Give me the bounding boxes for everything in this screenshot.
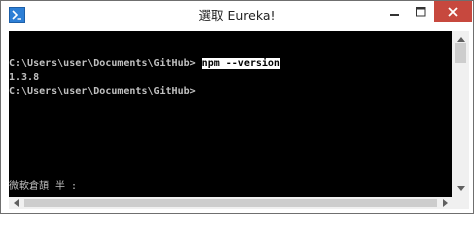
console-line: 1.3.8: [9, 71, 39, 84]
scroll-left-button[interactable]: [9, 197, 23, 209]
chevron-down-icon: [456, 186, 465, 191]
ime-status-line: 微軟倉頡 半 :: [9, 180, 77, 193]
close-icon: [448, 6, 458, 17]
maximize-button[interactable]: [408, 1, 434, 22]
console-line: C:\Users\user\Documents\GitHub> npm --ve…: [9, 57, 280, 70]
minimize-button[interactable]: [382, 1, 408, 22]
console-line: C:\Users\user\Documents\GitHub>: [9, 85, 196, 98]
chevron-left-icon: [13, 199, 19, 207]
maximize-icon: [416, 6, 426, 16]
chevron-up-icon: [456, 37, 465, 42]
horizontal-scrollbar[interactable]: [9, 197, 452, 209]
command-prompt-path: C:\Users\user\Documents\GitHub>: [9, 86, 196, 97]
console-output[interactable]: C:\Users\user\Documents\GitHub> npm --ve…: [9, 31, 452, 197]
horizontal-scroll-thumb[interactable]: [24, 199, 437, 207]
vertical-scrollbar[interactable]: [452, 31, 469, 197]
title-bar[interactable]: 選取 Eureka!: [1, 1, 473, 31]
command-prompt-icon[interactable]: [9, 7, 25, 23]
command-prompt-path: C:\Users\user\Documents\GitHub>: [9, 58, 196, 69]
chevron-right-icon: [442, 199, 448, 207]
scrollbar-corner: [452, 197, 469, 209]
selected-command-text[interactable]: npm --version: [201, 58, 280, 69]
close-button[interactable]: [434, 1, 472, 22]
console-window: 選取 Eureka! C:\Users\user\Documents\GitHu…: [0, 0, 474, 214]
scroll-down-button[interactable]: [452, 180, 469, 197]
ime-status: 微軟倉頡 半 :: [9, 181, 78, 192]
scroll-right-button[interactable]: [438, 197, 452, 209]
minimize-icon: [390, 13, 399, 16]
vertical-scroll-thumb[interactable]: [455, 43, 466, 63]
command-output-version: 1.3.8: [9, 72, 40, 83]
